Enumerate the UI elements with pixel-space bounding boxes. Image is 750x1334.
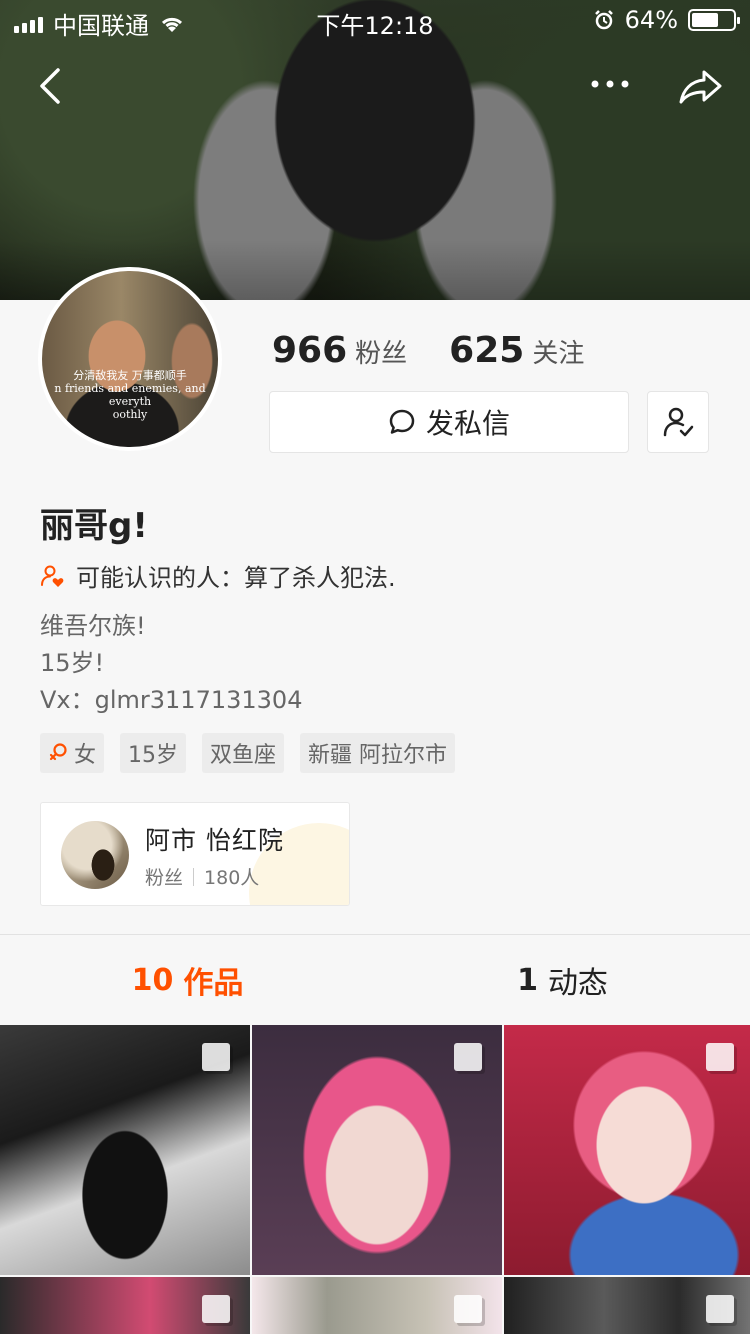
work-thumbnail[interactable] [252, 1277, 502, 1334]
tag-location-label: 新疆 阿拉尔市 [308, 743, 448, 768]
avatar-caption-line: n friends and enemies, and everyth [54, 382, 206, 408]
follow-user-button[interactable] [647, 391, 709, 453]
battery-icon [688, 9, 740, 31]
group-card[interactable]: 阿市 怡红院 粉丝 180人 [40, 802, 350, 906]
profile-page: 中国联通 下午12:18 64% 分清敌我友 万事都顺手 n friends a… [0, 0, 750, 1334]
cover-photo[interactable] [0, 0, 750, 300]
fans-count[interactable]: 966 [272, 330, 347, 371]
follow-stats: 966 粉丝 625 关注 [272, 330, 584, 371]
work-thumbnail[interactable] [0, 1025, 250, 1275]
select-checkbox[interactable] [454, 1295, 482, 1323]
select-checkbox[interactable] [202, 1295, 230, 1323]
alarm-icon [594, 10, 613, 30]
tab-moments-count: 1 [517, 962, 538, 998]
tab-works-count: 10 [131, 962, 174, 998]
profile-tags: 女 15岁 双鱼座 新疆 阿拉尔市 [40, 733, 456, 773]
status-right: 64% [593, 6, 740, 34]
works-grid [0, 1025, 750, 1334]
work-thumbnail[interactable] [504, 1025, 750, 1275]
send-message-button[interactable]: 发私信 [269, 391, 629, 453]
group-fans-label: 粉丝 [145, 867, 184, 889]
tab-moments-label: 动态 [547, 966, 608, 1001]
share-icon[interactable] [676, 64, 726, 108]
more-icon[interactable] [585, 72, 635, 96]
back-icon[interactable] [30, 64, 74, 108]
following-label[interactable]: 关注 [532, 333, 584, 370]
tab-works[interactable]: 10 作品 [0, 935, 375, 1025]
female-icon [49, 743, 67, 761]
tag-location: 新疆 阿拉尔市 [300, 733, 456, 773]
user-bio: 维吾尔族! 15岁! Vx：glmr3117131304 [40, 608, 302, 719]
select-checkbox[interactable] [706, 1043, 734, 1071]
bio-line: Vx：glmr3117131304 [40, 686, 303, 714]
following-count[interactable]: 625 [449, 330, 524, 371]
status-bar: 中国联通 下午12:18 64% [0, 0, 750, 40]
work-thumbnail[interactable] [504, 1277, 750, 1334]
tag-zodiac: 双鱼座 [202, 733, 285, 773]
group-fans-count: 180人 [204, 867, 260, 889]
tab-moments[interactable]: 1 动态 [375, 935, 750, 1025]
group-avatar [61, 821, 129, 889]
content-tabs: 10 作品 1 动态 [0, 935, 750, 1025]
maybe-know-row[interactable]: 可能认识的人：算了杀人犯法. [40, 558, 396, 593]
battery-fill [692, 13, 718, 27]
work-thumbnail[interactable] [252, 1025, 502, 1275]
tag-zodiac-label: 双鱼座 [210, 743, 277, 768]
select-checkbox[interactable] [454, 1043, 482, 1071]
tag-age-label: 15岁 [128, 743, 179, 768]
user-check-icon [663, 407, 694, 437]
user-name: 丽哥g! [40, 506, 148, 546]
work-thumbnail[interactable] [0, 1277, 250, 1334]
avatar-caption-line: 分清敌我友 万事都顺手 [73, 369, 187, 382]
maybe-know-text: 可能认识的人：算了杀人犯法. [76, 564, 396, 592]
top-navigation [0, 60, 750, 110]
tab-works-label: 作品 [183, 966, 244, 1001]
chat-bubble-icon [389, 409, 415, 434]
select-checkbox[interactable] [202, 1043, 230, 1071]
bio-line: 15岁! [40, 649, 105, 677]
tag-age: 15岁 [120, 733, 187, 773]
send-message-label: 发私信 [425, 407, 510, 440]
group-meta-divider [193, 867, 195, 886]
avatar-caption-line: oothly [112, 408, 148, 421]
tag-gender: 女 [40, 733, 105, 773]
select-checkbox[interactable] [706, 1295, 734, 1323]
people-heart-icon [41, 565, 64, 587]
fans-label[interactable]: 粉丝 [355, 333, 407, 370]
group-meta: 粉丝 180人 [145, 863, 259, 890]
group-name: 阿市 怡红院 [145, 826, 284, 855]
avatar-caption: 分清敌我友 万事都顺手 n friends and enemies, and e… [42, 369, 218, 421]
battery-percent: 64% [624, 6, 678, 34]
user-avatar[interactable]: 分清敌我友 万事都顺手 n friends and enemies, and e… [38, 267, 222, 451]
tag-gender-label: 女 [74, 743, 97, 768]
bio-line: 维吾尔族! [40, 612, 146, 640]
